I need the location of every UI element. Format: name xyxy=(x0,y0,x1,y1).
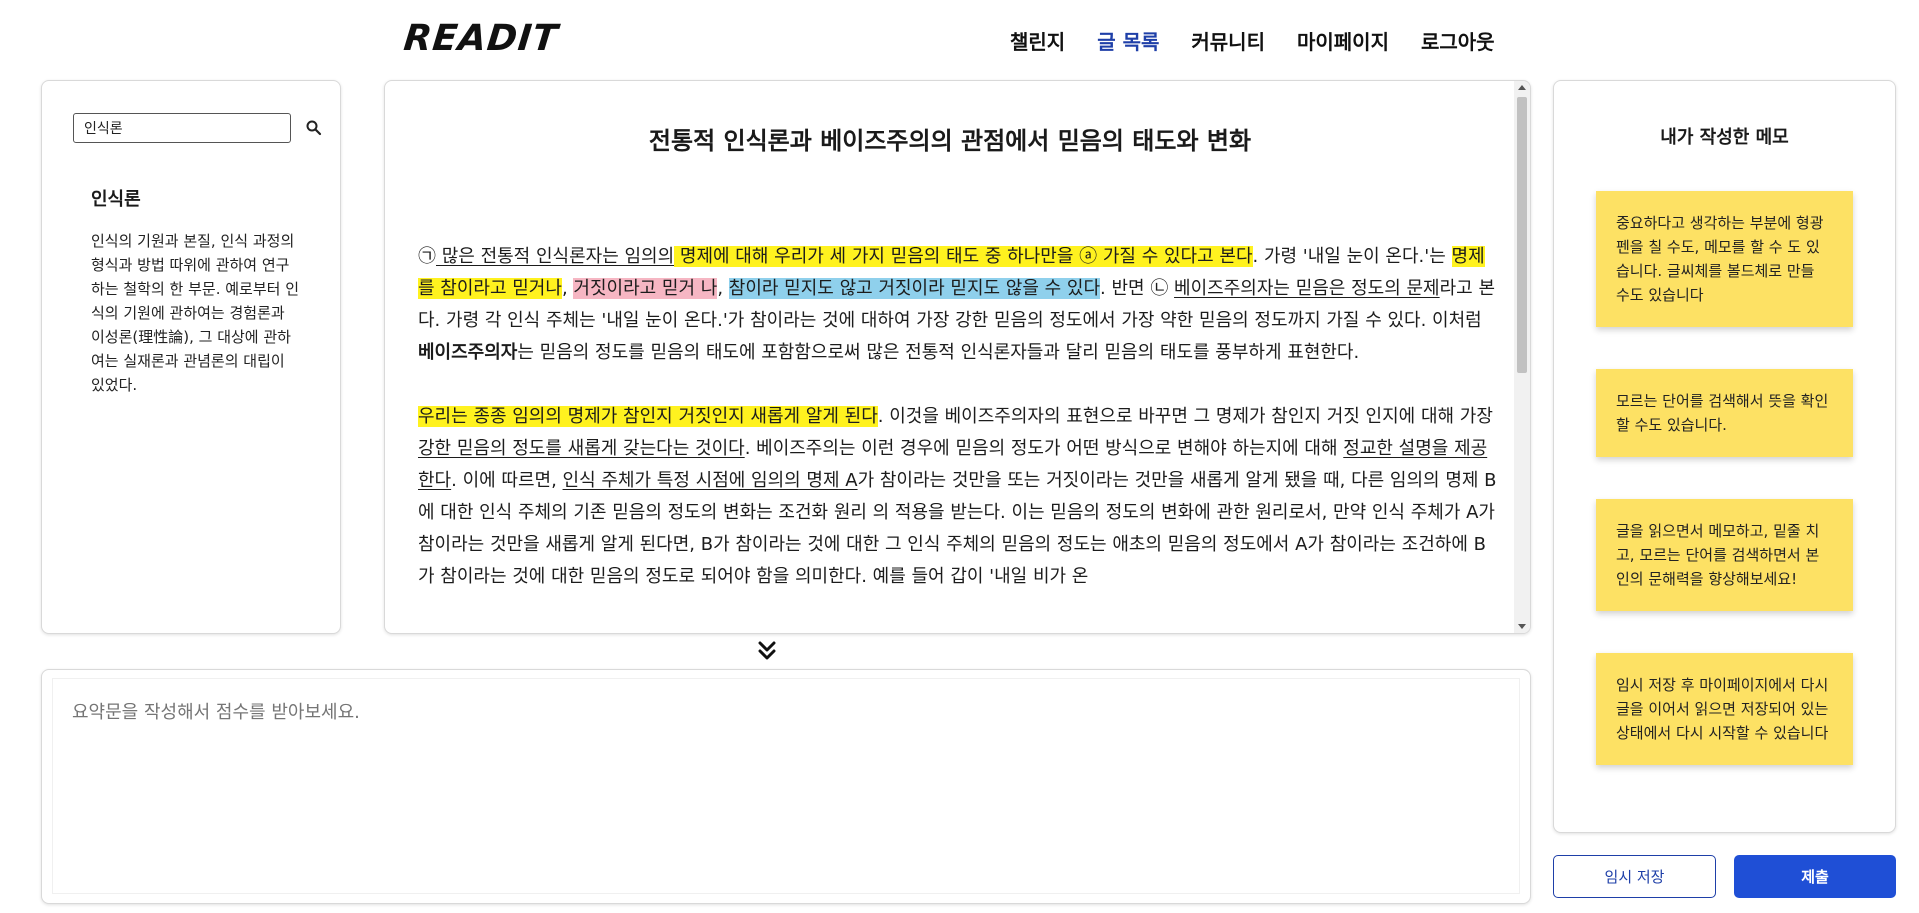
search-icon[interactable] xyxy=(305,119,323,137)
submit-button[interactable]: 제출 xyxy=(1734,855,1896,898)
main-nav: 챌린지 글 목록 커뮤니티 마이페이지 로그아웃 xyxy=(1010,26,1527,55)
text-run: , xyxy=(717,278,729,299)
nav-logout[interactable]: 로그아웃 xyxy=(1421,26,1495,55)
article-paragraph[interactable]: 우리는 종종 임의의 명제가 참인지 거짓인지 새롭게 알게 된다. 이것을 베… xyxy=(418,401,1498,593)
memo-panel-title: 내가 작성한 메모 xyxy=(1660,127,1789,148)
summary-panel xyxy=(41,669,1531,904)
memo-note[interactable]: 모르는 단어를 검색해서 뜻을 확인할 수도 있습니다. xyxy=(1596,369,1853,457)
underlined-text: 베이즈주의자는 믿음은 정도의 문제 xyxy=(1174,278,1440,299)
underlined-text: 많은 전통적 인식론자는 임의의 xyxy=(436,246,675,267)
underlined-text: 인식 주체가 특정 시점에 임의의 명제 A xyxy=(562,470,858,491)
nav-community[interactable]: 커뮤니티 xyxy=(1191,26,1265,55)
article-title: 전통적 인식론과 베이즈주의의 관점에서 믿음의 태도와 변화 xyxy=(648,127,1252,155)
double-chevron-down-icon[interactable] xyxy=(754,638,780,664)
dictionary-panel: 인식론 인식의 기원과 본질, 인식 과정의 형식과 방법 따위에 관하여 연구… xyxy=(41,80,341,634)
memo-note[interactable]: 글을 읽으면서 메모하고, 밑줄 치고, 모르는 단어를 검색하면서 본인의 문… xyxy=(1596,499,1853,611)
text-run: . 이것을 베이즈주의자의 표현으로 바꾸면 그 명제가 참인지 거짓 인지에 … xyxy=(877,406,1493,427)
bold-text: 베이즈주의자 xyxy=(418,342,518,363)
dictionary-search-input[interactable] xyxy=(73,113,291,143)
scroll-down-arrow-icon[interactable] xyxy=(1518,624,1526,629)
temp-save-button[interactable]: 임시 저장 xyxy=(1553,855,1716,898)
text-run: . 가령 '내일 눈이 온다.'는 xyxy=(1252,246,1452,267)
scroll-up-arrow-icon[interactable] xyxy=(1518,85,1526,90)
nav-article-list[interactable]: 글 목록 xyxy=(1097,26,1159,55)
text-run: 는 믿음의 정도를 믿음의 태도에 포함함으로써 많은 전통적 인식론자들과 달… xyxy=(517,342,1360,363)
highlight-blue: 참이라 믿지도 않고 거짓이라 믿지도 않을 수 있다 xyxy=(728,278,1101,299)
circled-label: ㉠ xyxy=(418,246,436,267)
text-run: . 이에 따르면, xyxy=(451,470,563,491)
scrollbar-thumb[interactable] xyxy=(1517,97,1527,373)
text-run: , xyxy=(561,278,574,299)
highlight-pink: 거짓이라고 믿거 나 xyxy=(573,278,718,299)
article-paragraph[interactable]: ㉠ 많은 전통적 인식론자는 임의의 명제에 대해 우리가 세 가지 믿음의 태… xyxy=(418,241,1498,369)
highlight-yellow: 명제에 대해 우리가 세 가지 믿음의 태도 중 하나만을 ⓐ 가질 수 있다고… xyxy=(674,246,1253,267)
article-body[interactable]: ㉠ 많은 전통적 인식론자는 임의의 명제에 대해 우리가 세 가지 믿음의 태… xyxy=(418,241,1498,625)
summary-textarea[interactable] xyxy=(52,678,1520,894)
memo-note[interactable]: 중요하다고 생각하는 부분에 형광펜을 칠 수도, 메모를 할 수 도 있습니다… xyxy=(1596,191,1853,327)
nav-mypage[interactable]: 마이페이지 xyxy=(1297,26,1389,55)
article-scrollbar[interactable] xyxy=(1514,81,1530,633)
dictionary-word: 인식론 xyxy=(91,189,141,210)
article-panel[interactable]: 전통적 인식론과 베이즈주의의 관점에서 믿음의 태도와 변화 ㉠ 많은 전통적… xyxy=(384,80,1531,634)
readit-logo[interactable]: READIT xyxy=(402,18,560,59)
memo-note[interactable]: 임시 저장 후 마이페이지에서 다시 글을 이어서 읽으면 저장되어 있는 상태… xyxy=(1596,653,1853,765)
underlined-text: 강한 믿음의 정도를 새롭게 갖는다는 것이다 xyxy=(418,438,745,459)
memo-panel: 내가 작성한 메모 중요하다고 생각하는 부분에 형광펜을 칠 수도, 메모를 … xyxy=(1553,80,1896,833)
highlight-yellow: 우리는 종종 임의의 명제가 참인지 거짓인지 새롭게 알게 된다 xyxy=(418,406,878,427)
text-run: . 반면 ㉡ xyxy=(1100,278,1175,299)
nav-challenge[interactable]: 챌린지 xyxy=(1010,26,1065,55)
text-run: . 베이즈주의는 이런 경우에 믿음의 정도가 어떤 방식으로 변해야 하는지에… xyxy=(744,438,1344,459)
dictionary-definition: 인식의 기원과 본질, 인식 과정의 형식과 방법 따위에 관하여 연구하는 철… xyxy=(91,232,300,394)
